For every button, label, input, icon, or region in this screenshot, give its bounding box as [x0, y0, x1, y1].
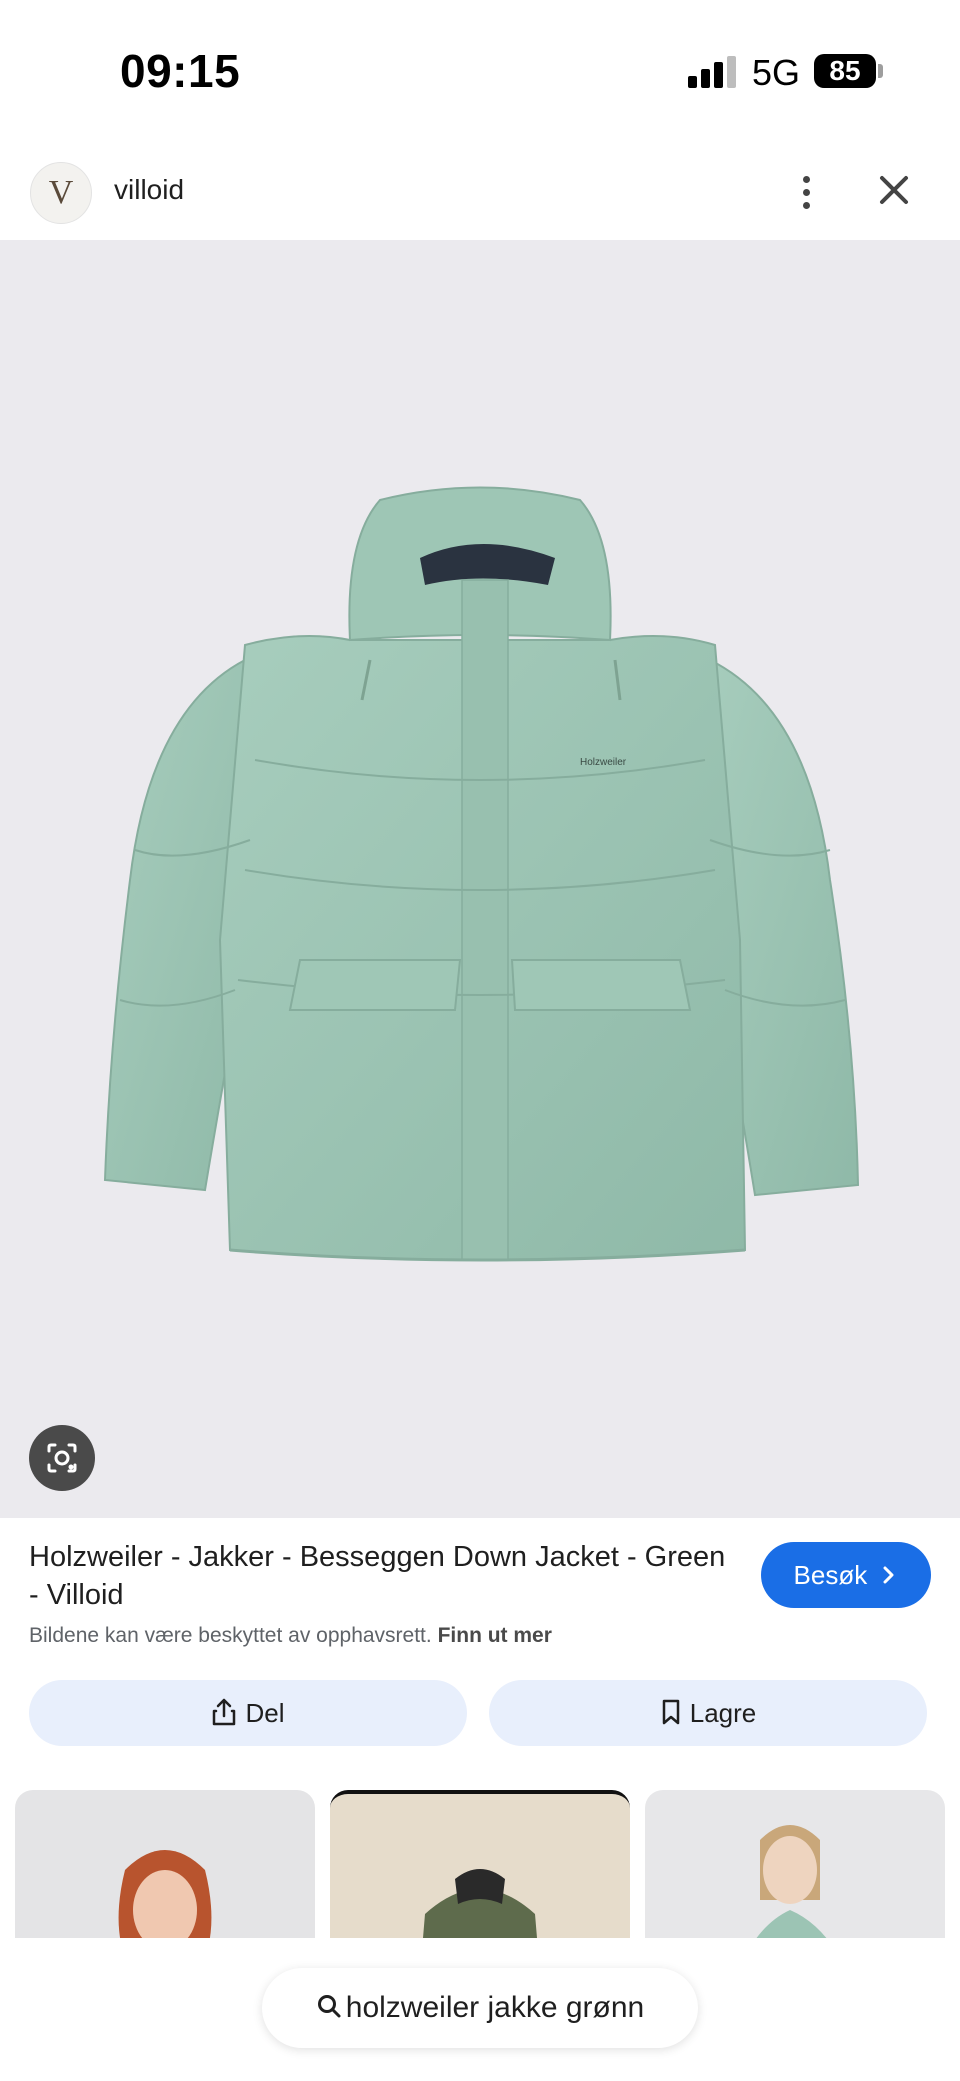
network-type: 5G [752, 52, 801, 93]
share-button[interactable]: Del [29, 1680, 467, 1746]
status-bar: 09:15 5G 85 [0, 0, 960, 150]
jacket-illustration: Holzweiler [103, 486, 860, 1262]
battery-tip [878, 64, 883, 78]
jacket-brand-mark: Holzweiler [580, 757, 627, 768]
share-icon [213, 1698, 236, 1726]
share-label: Del [245, 1698, 285, 1728]
search-query-text: holzweiler jakke grønn [345, 1991, 645, 2024]
status-time: 09:15 [120, 45, 241, 97]
result-title[interactable]: Holzweiler - Jakker - Besseggen Down Jac… [29, 1538, 729, 1614]
copyright-text: Bildene kan være beskyttet av opphavsret… [29, 1624, 432, 1647]
bookmark-icon [662, 1699, 679, 1725]
close-icon[interactable] [872, 168, 916, 212]
copyright-notice: Bildene kan være beskyttet av opphavsret… [29, 1624, 552, 1648]
visit-button[interactable]: Besøk [761, 1542, 931, 1608]
save-label: Lagre [689, 1698, 757, 1728]
chevron-right-icon [883, 1566, 894, 1584]
battery-icon: 85 [814, 54, 876, 88]
learn-more-link[interactable]: Finn ut mer [438, 1624, 552, 1647]
google-lens-icon[interactable] [29, 1425, 95, 1491]
visit-button-label: Besøk [793, 1560, 868, 1590]
source-name[interactable]: villoid [114, 174, 184, 206]
more-vert-icon[interactable] [784, 170, 828, 214]
cellular-signal-icon [688, 56, 740, 88]
search-icon [317, 1995, 341, 2018]
source-avatar[interactable]: V [30, 162, 92, 224]
product-image[interactable]: Holzweiler [0, 240, 960, 1518]
source-header: V villoid [0, 150, 960, 240]
search-query-pill[interactable]: holzweiler jakke grønn [262, 1968, 698, 2048]
save-button[interactable]: Lagre [489, 1680, 927, 1746]
